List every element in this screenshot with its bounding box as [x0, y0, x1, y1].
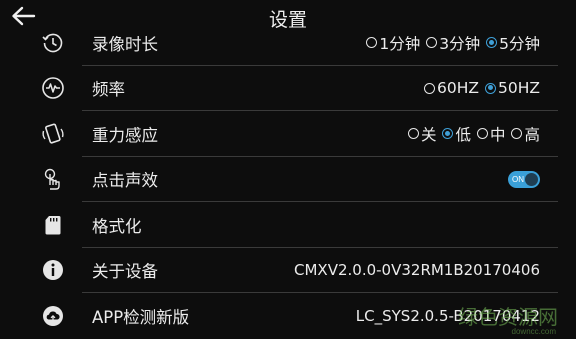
- option-5min[interactable]: 5分钟: [486, 32, 540, 54]
- firmware-version: CMXV2.0.0-0V32RM1B20170406: [294, 261, 540, 280]
- radio-selected-icon: [486, 37, 498, 49]
- radio-icon: [407, 128, 419, 140]
- setting-label: 关于设备: [92, 262, 158, 282]
- sd-card-icon: [40, 212, 66, 238]
- setting-label: APP检测新版: [92, 307, 190, 327]
- cloud-upload-icon: [40, 303, 66, 329]
- click-sound-control: ON: [508, 170, 540, 188]
- settings-screen: 设置 录像时长 1分钟 3分钟 5分钟 频率 60HZ 50HZ 重力感应 关 …: [0, 0, 576, 338]
- phone-rotate-icon: [40, 121, 66, 147]
- option-off[interactable]: 关: [407, 123, 436, 145]
- radio-selected-icon: [485, 82, 496, 94]
- watermark-logo: 绿色资源网: [458, 305, 558, 329]
- watermark-url: downcc.com: [511, 327, 556, 336]
- waveform-icon: [40, 75, 66, 101]
- radio-selected-icon: [442, 128, 454, 140]
- radio-icon: [366, 37, 378, 49]
- setting-label: 点击声效: [92, 171, 158, 191]
- radio-icon: [424, 82, 435, 94]
- gravity-sensor-options: 关 低 中 高: [402, 123, 540, 145]
- setting-label: 频率: [92, 80, 125, 100]
- option-low[interactable]: 低: [442, 123, 471, 145]
- tap-finger-icon: [40, 166, 66, 192]
- info-icon: [40, 257, 66, 283]
- setting-row-click-sound: 点击声效 ON: [0, 157, 576, 202]
- option-60hz[interactable]: 60HZ: [424, 79, 479, 97]
- option-3min[interactable]: 3分钟: [426, 32, 480, 54]
- toggle-knob: [525, 172, 538, 186]
- option-high[interactable]: 高: [511, 123, 540, 145]
- setting-row-record-duration: 录像时长 1分钟 3分钟 5分钟: [0, 20, 576, 66]
- setting-label: 重力感应: [92, 125, 158, 145]
- setting-row-about-device[interactable]: 关于设备 CMXV2.0.0-0V32RM1B20170406: [0, 248, 576, 293]
- radio-icon: [426, 37, 438, 49]
- setting-label: 录像时长: [92, 34, 158, 54]
- setting-label: 格式化: [92, 216, 142, 236]
- option-50hz[interactable]: 50HZ: [485, 79, 540, 97]
- frequency-options: 60HZ 50HZ: [418, 79, 540, 97]
- radio-icon: [511, 128, 523, 140]
- clock-rotate-icon: [40, 30, 66, 56]
- setting-row-frequency: 频率 60HZ 50HZ: [0, 66, 576, 111]
- settings-list: 录像时长 1分钟 3分钟 5分钟 频率 60HZ 50HZ 重力感应 关 低 中…: [0, 20, 576, 339]
- setting-row-gravity-sensor: 重力感应 关 低 中 高: [0, 111, 576, 157]
- setting-row-format[interactable]: 格式化: [0, 202, 576, 248]
- option-1min[interactable]: 1分钟: [366, 32, 420, 54]
- option-medium[interactable]: 中: [476, 123, 505, 145]
- click-sound-toggle[interactable]: ON: [508, 170, 540, 188]
- radio-icon: [476, 128, 488, 140]
- record-duration-options: 1分钟 3分钟 5分钟: [360, 32, 540, 54]
